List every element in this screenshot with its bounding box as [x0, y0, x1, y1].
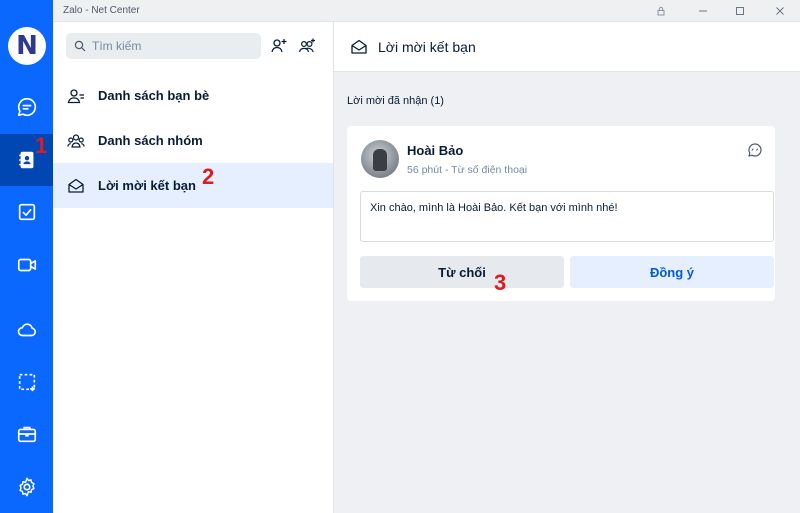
window-title: Zalo - Net Center	[63, 5, 140, 16]
menu-label-friend-list: Danh sách bạn bè	[98, 88, 210, 103]
received-requests-label: Lời mời đã nhận (1)	[347, 95, 444, 107]
decline-button[interactable]: Từ chối	[360, 256, 564, 288]
app-window: Zalo - Net Center N 1 Tìm kiếm Danh sách…	[0, 0, 800, 513]
menu-group-list[interactable]: Danh sách nhóm	[53, 118, 333, 163]
close-icon[interactable]	[765, 2, 795, 20]
todo-icon[interactable]	[0, 186, 53, 238]
request-meta: 56 phút - Từ số điện thoại	[407, 164, 528, 176]
add-friend-icon[interactable]	[268, 35, 290, 57]
lock-icon[interactable]	[646, 2, 676, 20]
step-marker-1: 1	[35, 133, 48, 158]
settings-gear-icon[interactable]	[0, 461, 53, 513]
cloud-icon[interactable]	[0, 304, 53, 356]
menu-friend-list[interactable]: Danh sách bạn bè	[53, 73, 333, 118]
messages-icon[interactable]	[0, 81, 53, 133]
accept-button[interactable]: Đồng ý	[570, 256, 774, 288]
pane-header: Lời mời kết bạn	[334, 22, 800, 72]
requester-name: Hoài Bảo	[407, 143, 464, 158]
envelope-open-icon	[351, 39, 367, 54]
minimize-icon[interactable]	[688, 2, 718, 20]
search-icon	[74, 40, 86, 52]
maximize-icon[interactable]	[725, 2, 755, 20]
logo-letter: N	[16, 31, 38, 61]
step-marker-3: 3	[494, 270, 507, 295]
video-call-icon[interactable]	[0, 239, 53, 291]
search-input[interactable]	[92, 39, 252, 53]
step-marker-2: 2	[202, 164, 215, 189]
menu-label-group-list: Danh sách nhóm	[98, 133, 203, 148]
pane-title: Lời mời kết bạn	[378, 38, 476, 55]
avatar-logo[interactable]: N	[8, 27, 46, 65]
menu-label-friend-requests: Lời mời kết bạn	[98, 178, 196, 193]
friend-request-card: Hoài Bảo 56 phút - Từ số điện thoại Xin …	[347, 126, 775, 301]
group-icon	[67, 133, 85, 148]
briefcase-icon[interactable]	[0, 408, 53, 460]
create-group-icon[interactable]	[296, 35, 318, 57]
request-message: Xin chào, mình là Hoài Bảo. Kết bạn với …	[360, 191, 774, 242]
requests-pane: Lời mời kết bạn Lời mời đã nhận (1) Hoài…	[334, 22, 800, 513]
person-list-icon	[67, 88, 84, 103]
avatar[interactable]	[361, 140, 399, 178]
search-box[interactable]	[66, 33, 261, 59]
nav-rail: N	[0, 0, 53, 513]
title-bar: Zalo - Net Center	[0, 0, 800, 22]
chat-bubble-icon[interactable]	[745, 140, 765, 160]
contacts-column: Danh sách bạn bè Danh sách nhóm Lời mời …	[53, 22, 334, 513]
envelope-open-icon	[68, 178, 84, 193]
menu-friend-requests[interactable]: Lời mời kết bạn	[53, 163, 333, 208]
screenshot-icon[interactable]	[0, 356, 53, 408]
